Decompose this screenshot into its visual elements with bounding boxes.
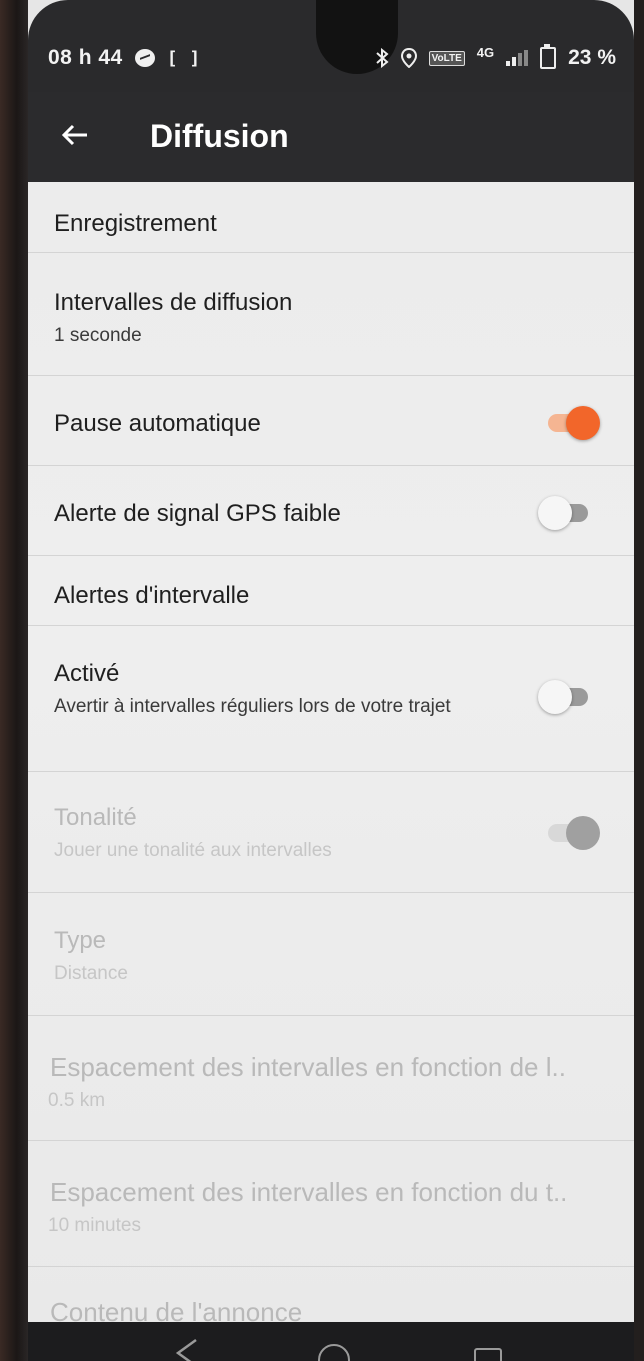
network-type: 4G (476, 44, 495, 60)
toggle-knob (538, 496, 572, 530)
setting-title: Tonalité (54, 804, 137, 831)
toggle-knob (538, 680, 572, 714)
setting-title: Type (54, 927, 107, 954)
setting-value: Distance (54, 963, 128, 984)
back-arrow-icon[interactable] (60, 120, 90, 150)
phone-screen: 08 h 44 [ ] VoLTE 4G 23 % Diffusion Enre… (0, 0, 644, 1361)
nav-back-icon[interactable] (174, 1338, 200, 1361)
setting-title: Intervalles de diffusion (54, 289, 293, 316)
status-left: 08 h 44 [ ] (48, 46, 201, 70)
nav-home-icon[interactable] (318, 1344, 350, 1361)
setting-title: Activé (54, 660, 120, 687)
setting-title: Espacement des intervalles en fonction d… (50, 1177, 568, 1207)
section-header-recording: Enregistrement (28, 182, 634, 253)
setting-time-spacing: Espacement des intervalles en fonction d… (28, 1141, 634, 1267)
battery-icon (540, 44, 557, 69)
setting-tone: Tonalité Jouer une tonalité aux interval… (28, 772, 634, 893)
setting-activated[interactable]: Activé Avertir à intervalles réguliers l… (28, 626, 634, 772)
setting-type: Type Distance (28, 893, 634, 1016)
status-bar: 08 h 44 [ ] VoLTE 4G 23 % (28, 0, 634, 92)
settings-list: Enregistrement Intervalles de diffusion … (28, 182, 634, 1327)
phone-bezel-left (0, 0, 28, 1361)
setting-distance-spacing: Espacement des intervalles en fonction d… (28, 1016, 634, 1141)
signal-bars-icon (506, 50, 529, 66)
setting-broadcast-interval[interactable]: Intervalles de diffusion 1 seconde (28, 253, 634, 376)
phone-bezel-right (634, 0, 644, 1361)
setting-value: 10 minutes (48, 1215, 141, 1236)
setting-title: Alerte de signal GPS faible (54, 500, 341, 527)
setting-value: 1 seconde (54, 325, 142, 346)
tone-toggle (548, 816, 600, 850)
bluetooth-icon (375, 48, 389, 68)
setting-weak-gps-alert[interactable]: Alerte de signal GPS faible (28, 466, 634, 556)
screen-record-icon: [ ] (166, 47, 201, 69)
section-header-label: Enregistrement (54, 210, 217, 237)
section-header-interval-alerts: Alertes d'intervalle (28, 556, 634, 626)
status-time: 08 h 44 (48, 46, 123, 69)
weak-gps-alert-toggle[interactable] (538, 496, 588, 530)
setting-announcement-content: Contenu de l'annonce (28, 1267, 634, 1327)
toggle-knob (566, 406, 600, 440)
status-right: VoLTE 4G 23 % (375, 44, 616, 70)
setting-subtitle: Avertir à intervalles réguliers lors de … (54, 696, 451, 717)
battery-percent: 23 % (568, 46, 616, 69)
toggle-knob (566, 816, 600, 850)
setting-title: Espacement des intervalles en fonction d… (50, 1052, 566, 1082)
system-nav-bar (28, 1322, 634, 1361)
auto-pause-toggle[interactable] (548, 406, 600, 440)
setting-value: 0.5 km (48, 1090, 106, 1111)
volte-badge: VoLTE (428, 50, 465, 66)
setting-subtitle: Jouer une tonalité aux intervalles (54, 840, 332, 861)
activated-toggle[interactable] (538, 680, 588, 714)
setting-title: Pause automatique (54, 410, 261, 437)
app-bar: Diffusion (28, 92, 634, 182)
setting-auto-pause[interactable]: Pause automatique (28, 376, 634, 466)
nav-recents-icon[interactable] (474, 1348, 502, 1361)
page-title: Diffusion (150, 118, 289, 154)
messenger-icon (134, 49, 155, 67)
location-icon (400, 48, 417, 68)
section-header-label: Alertes d'intervalle (54, 582, 250, 609)
